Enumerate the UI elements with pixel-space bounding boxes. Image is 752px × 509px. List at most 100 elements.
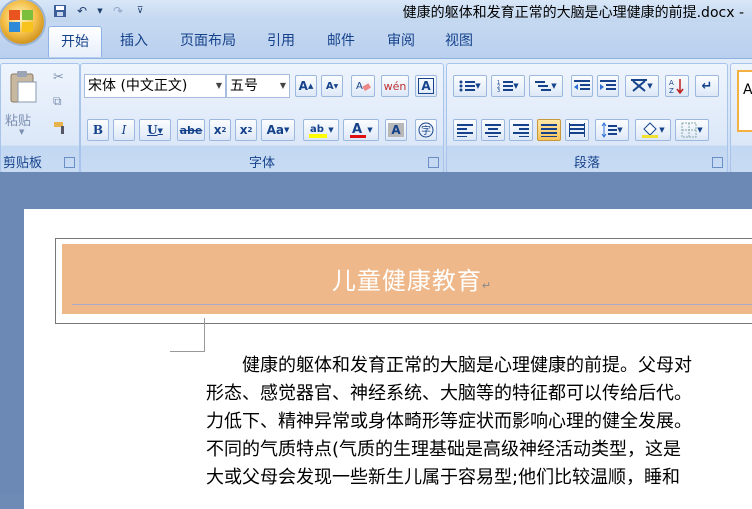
paste-button[interactable]: 粘贴 ▼: [5, 70, 41, 140]
shrink-font-button[interactable]: A ▼: [321, 75, 343, 97]
shading-icon: [642, 122, 659, 138]
redo-icon[interactable]: ↷: [110, 3, 126, 19]
tab-mailings[interactable]: 邮件: [316, 26, 366, 56]
align-right-button[interactable]: [509, 119, 533, 141]
paragraph-group: ▼ 1 2 3 ▼ ▼ ▼ AZ ↵ ▼ ▼ ▼ 段落: [446, 63, 728, 173]
change-case-button[interactable]: Aa ▼: [261, 119, 295, 141]
multilevel-list-button[interactable]: ▼: [529, 75, 563, 97]
style-preview[interactable]: A: [737, 70, 752, 132]
bullets-button[interactable]: ▼: [453, 75, 487, 97]
margin-corner-mark: [170, 318, 205, 352]
font-name-combo[interactable]: 宋体 (中文正文) ▼: [84, 74, 226, 98]
decrease-indent-button[interactable]: [571, 75, 593, 97]
bold-button[interactable]: B: [87, 119, 109, 141]
character-shading-button[interactable]: A: [385, 119, 407, 141]
tab-references[interactable]: 引用: [256, 26, 306, 56]
sort-button[interactable]: AZ: [665, 75, 689, 97]
borders-icon: [681, 122, 697, 138]
paragraph-mark-icon: ↵: [481, 279, 493, 292]
decrease-indent-icon: [574, 80, 590, 90]
font-size-value: 五号: [230, 78, 258, 94]
format-painter-icon[interactable]: [53, 120, 67, 134]
svg-text:A: A: [352, 122, 362, 137]
chinese-layout-icon: [631, 79, 648, 92]
align-right-icon: [513, 124, 529, 137]
style-preview-text: A: [743, 82, 752, 98]
character-border-button[interactable]: A: [415, 75, 437, 97]
body-paragraph[interactable]: 健康的躯体和发育正常的大脑是心理健康的前提。父母对 形态、感觉器官、神经系统、大…: [206, 352, 752, 492]
body-line: 力低下、精神异常或身体畸形等症状而影响心理的健全发展。: [206, 411, 692, 432]
paste-dropdown-icon[interactable]: ▼: [19, 128, 24, 136]
show-marks-button[interactable]: ↵: [695, 75, 719, 97]
bullets-icon: [459, 80, 476, 92]
tab-review[interactable]: 审阅: [376, 26, 426, 56]
subscript-button[interactable]: x2: [209, 119, 231, 141]
font-color-button[interactable]: A ▼: [343, 119, 379, 141]
increase-indent-icon: [600, 80, 616, 90]
tab-view[interactable]: 视图: [434, 26, 484, 56]
title-bar: ↶ ▼ ↷ ⊽ 健康的躯体和发育正常的大脑是心理健康的前提.docx -: [0, 0, 752, 22]
clipboard-launcher-icon[interactable]: [64, 157, 75, 168]
document-title: 儿童健康教育↵: [331, 267, 493, 295]
tab-insert[interactable]: 插入: [108, 26, 160, 56]
shading-button[interactable]: ▼: [635, 119, 671, 141]
align-left-button[interactable]: [453, 119, 477, 141]
align-left-icon: [457, 124, 473, 137]
italic-button[interactable]: I: [113, 119, 135, 141]
justify-button[interactable]: [537, 119, 561, 141]
cut-icon[interactable]: ✂: [53, 70, 64, 85]
line-spacing-button[interactable]: ▼: [595, 119, 629, 141]
customize-toolbar-icon[interactable]: ⊽: [132, 3, 148, 19]
highlight-button[interactable]: ab ▼: [303, 119, 339, 141]
tab-home[interactable]: 开始: [48, 26, 102, 57]
font-color-icon: A: [350, 122, 367, 138]
clear-format-icon: A: [356, 81, 371, 92]
distributed-button[interactable]: [565, 119, 589, 141]
svg-text:Z: Z: [669, 87, 674, 94]
align-center-button[interactable]: [481, 119, 505, 141]
paragraph-launcher-icon[interactable]: [712, 157, 723, 168]
increase-indent-button[interactable]: [597, 75, 619, 97]
ribbon-tabs: 开始 插入 页面布局 引用 邮件 审阅 视图: [0, 22, 752, 58]
chinese-layout-button[interactable]: ▼: [625, 75, 659, 97]
strikethrough-button[interactable]: abe: [177, 119, 205, 141]
grow-font-button[interactable]: A ▲: [295, 75, 317, 97]
numbering-icon: 123: [497, 80, 514, 93]
superscript-button[interactable]: x2: [235, 119, 257, 141]
svg-text:ab: ab: [310, 124, 324, 135]
title-divider: [72, 304, 752, 305]
underline-button[interactable]: U ▼: [139, 119, 171, 141]
undo-dropdown-icon[interactable]: ▼: [96, 3, 104, 19]
title-textbox[interactable]: 儿童健康教育↵: [62, 244, 752, 314]
tab-page-layout[interactable]: 页面布局: [168, 26, 248, 56]
font-group-label: 字体: [248, 156, 275, 171]
distributed-icon: [569, 123, 585, 137]
office-logo-icon: [9, 10, 35, 34]
font-size-dropdown-icon[interactable]: ▼: [280, 75, 286, 97]
save-icon[interactable]: [52, 3, 68, 19]
paragraph-group-label: 段落: [573, 156, 600, 171]
borders-button[interactable]: ▼: [675, 119, 709, 141]
enclose-characters-icon: 字: [418, 122, 434, 138]
office-button[interactable]: [0, 0, 44, 44]
sort-icon: AZ: [669, 79, 684, 94]
paste-icon: [10, 71, 37, 103]
svg-text:字: 字: [421, 124, 431, 137]
align-center-icon: [485, 124, 501, 137]
body-line: 大或父母会发现一些新生儿属于容易型;他们比较温顺，睡和: [206, 467, 681, 488]
font-launcher-icon[interactable]: [428, 157, 439, 168]
numbering-button[interactable]: 1 2 3 ▼: [491, 75, 525, 97]
multilevel-list-icon: [535, 81, 552, 91]
copy-icon[interactable]: ⧉: [53, 94, 62, 109]
font-name-dropdown-icon[interactable]: ▼: [216, 75, 222, 97]
body-line: 形态、感觉器官、神经系统、大脑等的特征都可以传给后代。: [206, 383, 692, 404]
phonetic-guide-button[interactable]: wén: [381, 75, 409, 97]
paste-label: 粘贴: [5, 114, 32, 129]
justify-icon: [541, 124, 557, 137]
enclose-characters-button[interactable]: 字: [415, 119, 437, 141]
font-size-combo[interactable]: 五号 ▼: [226, 74, 290, 98]
undo-icon[interactable]: ↶: [74, 3, 90, 19]
clear-format-button[interactable]: A: [351, 75, 375, 97]
quick-access-toolbar: ↶ ▼ ↷ ⊽: [52, 2, 148, 20]
svg-text:A: A: [669, 79, 674, 87]
